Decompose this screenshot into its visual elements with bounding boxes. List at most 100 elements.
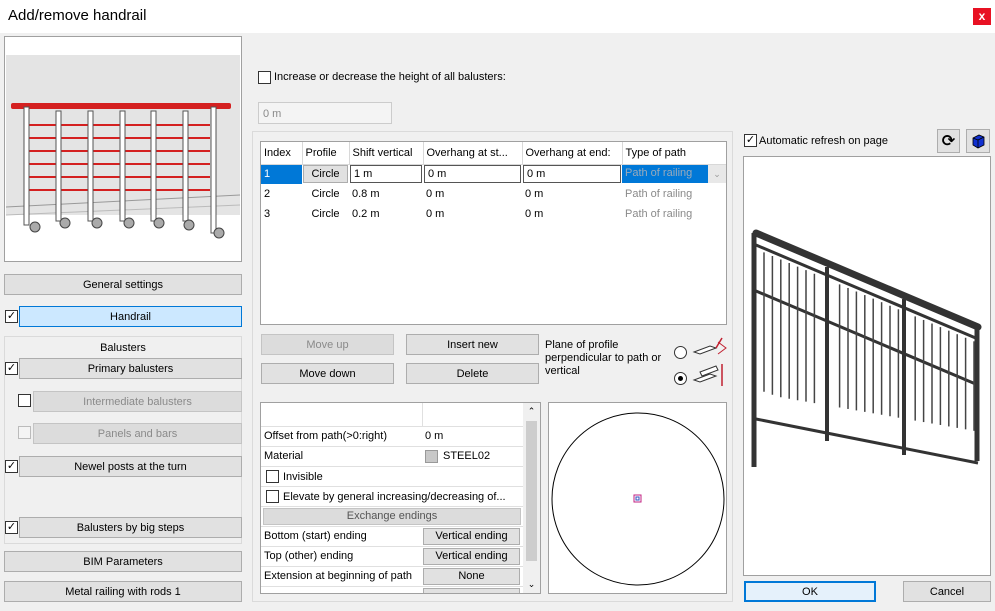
scroll-up-icon[interactable]: ⌃ xyxy=(523,403,540,420)
row-overhang-end[interactable]: 0 m xyxy=(522,204,622,224)
insert-new-button[interactable]: Insert new xyxy=(406,334,539,355)
row-index[interactable]: 2 xyxy=(261,184,302,204)
row-overhang-end[interactable]: 0 m xyxy=(522,184,622,204)
auto-refresh-checkbox[interactable]: ✓ xyxy=(744,134,757,147)
bottom-ending-button[interactable]: Vertical ending xyxy=(423,528,520,545)
col-shift-vertical[interactable]: Shift vertical xyxy=(349,142,424,165)
elevate-label: Elevate by general increasing/decreasing… xyxy=(283,491,506,503)
3d-railing-render xyxy=(751,229,982,467)
row-shift[interactable]: 0.2 m xyxy=(349,204,423,224)
col-overhang-start[interactable]: Overhang at st... xyxy=(423,142,523,165)
intermediate-balusters-button[interactable]: Intermediate balusters xyxy=(33,391,242,412)
scrollbar-thumb[interactable] xyxy=(526,421,537,561)
delete-button[interactable]: Delete xyxy=(406,363,539,384)
properties-header xyxy=(261,403,523,427)
offset-row[interactable]: Offset from path(>0:right) 0 m xyxy=(261,427,523,447)
perpendicular-plane-icon xyxy=(692,337,727,355)
ok-button[interactable]: OK xyxy=(744,581,876,602)
handrail-button[interactable]: Handrail xyxy=(19,306,242,327)
chevron-down-icon[interactable]: ⌄ xyxy=(708,165,726,184)
height-adjust-input[interactable]: 0 m xyxy=(258,102,392,124)
primary-balusters-checkbox[interactable]: ✓ xyxy=(5,362,18,375)
close-button[interactable]: x xyxy=(973,8,991,25)
handrail-checkbox[interactable]: ✓ xyxy=(5,310,18,323)
row-type-of-path[interactable]: Path of railing xyxy=(622,204,726,224)
top-ending-row[interactable]: Top (other) ending Vertical ending xyxy=(261,547,523,567)
row-index[interactable]: 3 xyxy=(261,204,302,224)
plane-of-profile-label: Plane of profile perpendicular to path o… xyxy=(545,339,662,377)
row-profile[interactable]: Circle xyxy=(302,184,349,204)
next-property-button[interactable] xyxy=(423,588,520,593)
move-down-button[interactable]: Move down xyxy=(261,363,394,384)
top-ending-button[interactable]: Vertical ending xyxy=(423,548,520,565)
3d-preview-viewport[interactable] xyxy=(743,156,991,576)
balusters-heading: Balusters xyxy=(100,342,146,354)
view-3d-icon[interactable] xyxy=(966,129,990,153)
bottom-ending-row[interactable]: Bottom (start) ending Vertical ending xyxy=(261,527,523,547)
extension-label: Extension at beginning of path xyxy=(264,570,413,582)
table-row[interactable]: 1 Circle 1 m 0 m 0 m Path of railing ⌄ xyxy=(261,164,726,184)
intermediate-balusters-checkbox[interactable] xyxy=(18,394,31,407)
invisible-label: Invisible xyxy=(283,471,323,483)
extension-row[interactable]: Extension at beginning of path None xyxy=(261,567,523,587)
row-shift[interactable]: 0.8 m xyxy=(349,184,423,204)
primary-balusters-button[interactable]: Primary balusters xyxy=(19,358,242,379)
railing-illustration xyxy=(5,55,241,239)
col-index[interactable]: Index xyxy=(261,142,303,165)
newel-posts-checkbox[interactable]: ✓ xyxy=(5,460,18,473)
railing-preview-image xyxy=(4,36,242,262)
material-row[interactable]: Material STEEL02 xyxy=(261,447,523,467)
height-adjust-checkbox[interactable] xyxy=(258,71,271,84)
auto-refresh-label: Automatic refresh on page xyxy=(759,135,889,147)
invisible-row[interactable]: Invisible xyxy=(261,467,523,487)
plane-perpendicular-radio[interactable] xyxy=(674,346,687,359)
invisible-checkbox[interactable] xyxy=(266,470,279,483)
overhang-start-input[interactable]: 0 m xyxy=(424,165,521,184)
cube-icon xyxy=(972,134,985,149)
balusters-big-steps-button[interactable]: Balusters by big steps xyxy=(19,517,242,538)
table-row[interactable]: 2 Circle 0.8 m 0 m 0 m Path of railing xyxy=(261,184,726,204)
metal-railing-button[interactable]: Metal railing with rods 1 xyxy=(4,581,242,602)
row-overhang-start[interactable]: 0 m xyxy=(423,184,522,204)
window-title: Add/remove handrail xyxy=(8,7,147,24)
newel-posts-button[interactable]: Newel posts at the turn xyxy=(19,456,242,477)
profile-select[interactable]: Circle xyxy=(303,165,348,184)
elevate-checkbox[interactable] xyxy=(266,490,279,503)
scroll-down-icon[interactable]: ⌄ xyxy=(523,576,540,593)
material-value[interactable]: STEEL02 xyxy=(443,450,490,462)
profile-properties-grid: Offset from path(>0:right) 0 m Material … xyxy=(260,402,541,594)
height-adjust-label: Increase or decrease the height of all b… xyxy=(274,71,506,83)
row-index[interactable]: 1 xyxy=(261,164,302,184)
plane-vertical-radio[interactable] xyxy=(674,372,687,385)
cancel-button[interactable]: Cancel xyxy=(903,581,991,602)
title-bar xyxy=(0,0,995,33)
circle-profile-drawing xyxy=(551,412,725,586)
type-of-path-dropdown[interactable]: Path of railing ⌄ xyxy=(622,165,726,184)
offset-label: Offset from path(>0:right) xyxy=(264,430,387,442)
elevate-row[interactable]: Elevate by general increasing/decreasing… xyxy=(261,487,523,507)
handrail-table: Index Profile Shift vertical Overhang at… xyxy=(260,141,727,325)
col-profile[interactable]: Profile xyxy=(302,142,350,165)
general-settings-button[interactable]: General settings xyxy=(4,274,242,295)
table-row[interactable]: 3 Circle 0.2 m 0 m 0 m Path of railing xyxy=(261,204,726,224)
col-overhang-end[interactable]: Overhang at end: xyxy=(522,142,623,165)
overhang-end-input[interactable]: 0 m xyxy=(523,165,621,184)
properties-scrollbar[interactable]: ⌃ ⌄ xyxy=(523,403,540,593)
exchange-row: Exchange endings xyxy=(261,507,523,527)
row-profile[interactable]: Circle xyxy=(302,204,349,224)
profile-shape-preview xyxy=(548,402,727,594)
row-type-of-path[interactable]: Path of railing xyxy=(622,184,726,204)
refresh-icon[interactable]: ⟳ xyxy=(937,129,960,153)
exchange-endings-button[interactable]: Exchange endings xyxy=(263,508,521,525)
bim-parameters-button[interactable]: BIM Parameters xyxy=(4,551,242,572)
row-overhang-start[interactable]: 0 m xyxy=(423,204,522,224)
move-up-button[interactable]: Move up xyxy=(261,334,394,355)
material-swatch[interactable] xyxy=(425,450,438,463)
shift-vertical-input[interactable]: 1 m xyxy=(350,165,422,184)
col-type-of-path[interactable]: Type of path xyxy=(622,142,726,165)
bottom-ending-label: Bottom (start) ending xyxy=(264,530,367,542)
panels-and-bars-checkbox xyxy=(18,426,31,439)
extension-button[interactable]: None xyxy=(423,568,520,585)
offset-value[interactable]: 0 m xyxy=(425,430,443,442)
balusters-big-steps-checkbox[interactable]: ✓ xyxy=(5,521,18,534)
